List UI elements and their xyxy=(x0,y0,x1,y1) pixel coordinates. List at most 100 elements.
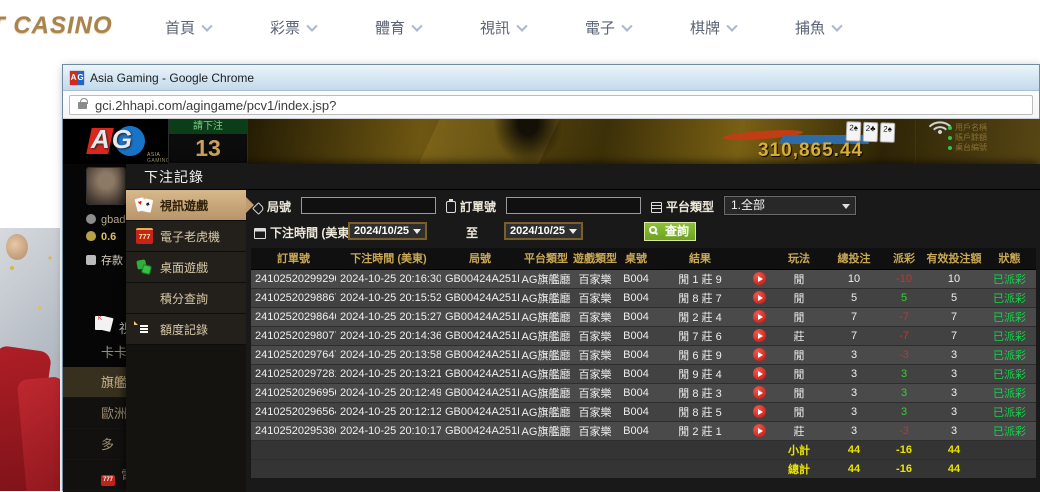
cell-total-bet: 7 xyxy=(825,307,883,326)
url-text: gci.2hhapi.com/agingame/pcv1/index.jsp? xyxy=(95,98,336,113)
play-video-button[interactable] xyxy=(753,329,766,342)
search-button[interactable]: 查詢 xyxy=(644,222,696,241)
cell-total-bet: 3 xyxy=(825,345,883,364)
background-tab[interactable]: 卡卡 xyxy=(101,342,127,361)
cell-bet-time: 2024-10-25 20:15:27 xyxy=(336,307,441,326)
play-video-button[interactable] xyxy=(753,310,766,323)
cell-payout: -3 xyxy=(883,421,925,440)
wifi-icon xyxy=(930,122,950,134)
nav-item-sports[interactable]: 體育 xyxy=(375,17,421,38)
cell-payout: -3 xyxy=(883,345,925,364)
green-dot xyxy=(948,136,952,140)
cell-status: 已派彩 xyxy=(983,269,1036,288)
sidebar-item-credit-records[interactable]: 額度記錄 xyxy=(126,314,246,345)
dealer-silhouette xyxy=(493,119,563,164)
cell-video xyxy=(745,288,773,307)
casino-logo[interactable]: T CASINO xyxy=(0,12,113,40)
cell-game-type: 百家樂 xyxy=(573,269,617,288)
cell-round-number: GB00424A251EX xyxy=(441,402,519,421)
chevron-down-icon xyxy=(726,21,737,32)
table-row: 2410252029538602024-10-25 20:10:17GB0042… xyxy=(251,421,1036,440)
cell-total-bet: 7 xyxy=(825,326,883,345)
platform-type-select[interactable]: 1.全部 xyxy=(724,196,856,215)
date-to-select[interactable]: 2024/10/25 xyxy=(504,222,583,240)
cell-platform-type: AG旗艦廳 xyxy=(519,288,573,307)
cell-payout: 3 xyxy=(883,383,925,402)
cell-bet-time: 2024-10-25 20:14:36 xyxy=(336,326,441,345)
tag-icon xyxy=(252,202,265,215)
cell-result: 閒 7 莊 6 xyxy=(655,326,745,345)
cell-valid-bet: 7 xyxy=(925,307,983,326)
play-video-button[interactable] xyxy=(753,291,766,304)
nav-item-lottery[interactable]: 彩票 xyxy=(270,17,316,38)
play-video-button[interactable] xyxy=(753,386,766,399)
cell-order-number: 241025202980776 xyxy=(251,326,336,345)
sidebar-item-slots[interactable]: 777 電子老虎機 xyxy=(126,221,246,252)
ag-logo: AG ASIA GAMING xyxy=(89,124,179,160)
cell-round-number: GB00424A251F2 xyxy=(441,307,519,326)
sidebar-item-live-games[interactable]: ♥♠ 視訊遊戲 xyxy=(126,190,246,221)
cards-icon: K xyxy=(95,316,115,332)
cell-platform-type: AG旗艦廳 xyxy=(519,364,573,383)
table-header-row: 訂單號 下注時間 (美東) 局號 平台類型 遊戲類型 桌號 結果 玩法 總投注 … xyxy=(251,248,1036,269)
cell-valid-bet: 3 xyxy=(925,383,983,402)
cell-game-type: 百家樂 xyxy=(573,345,617,364)
cell-bet-time: 2024-10-25 20:13:58 xyxy=(336,345,441,364)
cell-order-number: 241025202969501 xyxy=(251,383,336,402)
play-video-button[interactable] xyxy=(753,348,766,361)
nav-item-fishing[interactable]: 捕魚 xyxy=(795,17,841,38)
cell-result: 閒 2 莊 1 xyxy=(655,421,745,440)
cell-round-number: GB00424A251F4 xyxy=(441,269,519,288)
cell-status: 已派彩 xyxy=(983,307,1036,326)
deposit-link[interactable]: 存款 xyxy=(86,252,123,268)
cell-round-number: GB00424A251F1 xyxy=(441,326,519,345)
cell-video xyxy=(745,326,773,345)
nav-item-poker[interactable]: 棋牌 xyxy=(690,17,736,38)
play-video-button[interactable] xyxy=(753,424,766,437)
sidebar-item-points-query[interactable]: 積分查詢 xyxy=(126,283,246,314)
cell-status: 已派彩 xyxy=(983,288,1036,307)
order-number-input[interactable] xyxy=(506,197,641,214)
panel-title: 下注記錄 xyxy=(126,164,1040,190)
table-row: 2410252029886722024-10-25 20:15:52GB0042… xyxy=(251,288,1036,307)
cell-play-type: 莊 xyxy=(773,421,825,440)
dice-icon xyxy=(136,259,153,275)
table-row: 2410252029656402024-10-25 20:12:12GB0042… xyxy=(251,402,1036,421)
cell-order-number: 241025202972812 xyxy=(251,364,336,383)
nav-item-slots[interactable]: 電子 xyxy=(585,17,631,38)
info-table-label: 桌台編號 xyxy=(948,143,987,153)
cell-bet-time: 2024-10-25 20:12:12 xyxy=(336,402,441,421)
slot-machine-icon: 777 xyxy=(136,228,153,244)
cell-play-type: 閒 xyxy=(773,383,825,402)
cell-bet-time: 2024-10-25 20:13:21 xyxy=(336,364,441,383)
calendar-icon xyxy=(254,228,266,239)
cell-video xyxy=(745,383,773,402)
window-title: Asia Gaming - Google Chrome xyxy=(90,71,254,85)
cell-game-type: 百家樂 xyxy=(573,326,617,345)
user-avatar[interactable] xyxy=(86,167,126,205)
play-video-button[interactable] xyxy=(753,367,766,380)
nav-item-live[interactable]: 視訊 xyxy=(480,17,526,38)
date-from-select[interactable]: 2024/10/25 xyxy=(348,222,427,240)
cell-platform-type: AG旗艦廳 xyxy=(519,383,573,402)
play-video-button[interactable] xyxy=(753,272,766,285)
nav-item-home[interactable]: 首頁 xyxy=(165,17,211,38)
table-row: 2410252029929062024-10-25 20:16:30GB0042… xyxy=(251,269,1036,288)
cell-platform-type: AG旗艦廳 xyxy=(519,345,573,364)
table-row: 2410252029695012024-10-25 20:12:49GB0042… xyxy=(251,383,1036,402)
cell-play-type: 閒 xyxy=(773,269,825,288)
search-icon xyxy=(649,226,657,234)
date-range-to-label: 至 xyxy=(466,224,478,241)
address-bar[interactable]: gci.2hhapi.com/agingame/pcv1/index.jsp? xyxy=(69,95,1033,115)
cell-result: 閒 8 莊 5 xyxy=(655,402,745,421)
chrome-title-bar[interactable]: AG Asia Gaming - Google Chrome xyxy=(63,65,1039,91)
chrome-toolbar: gci.2hhapi.com/agingame/pcv1/index.jsp? xyxy=(63,91,1039,119)
cell-video xyxy=(745,364,773,383)
play-video-button[interactable] xyxy=(753,405,766,418)
dropdown-arrow-icon xyxy=(413,229,421,234)
cell-game-type: 百家樂 xyxy=(573,364,617,383)
chevron-down-icon xyxy=(411,21,422,32)
cell-game-type: 百家樂 xyxy=(573,383,617,402)
sidebar-item-table-games[interactable]: 桌面遊戲 xyxy=(126,252,246,283)
round-number-input[interactable] xyxy=(301,197,436,214)
